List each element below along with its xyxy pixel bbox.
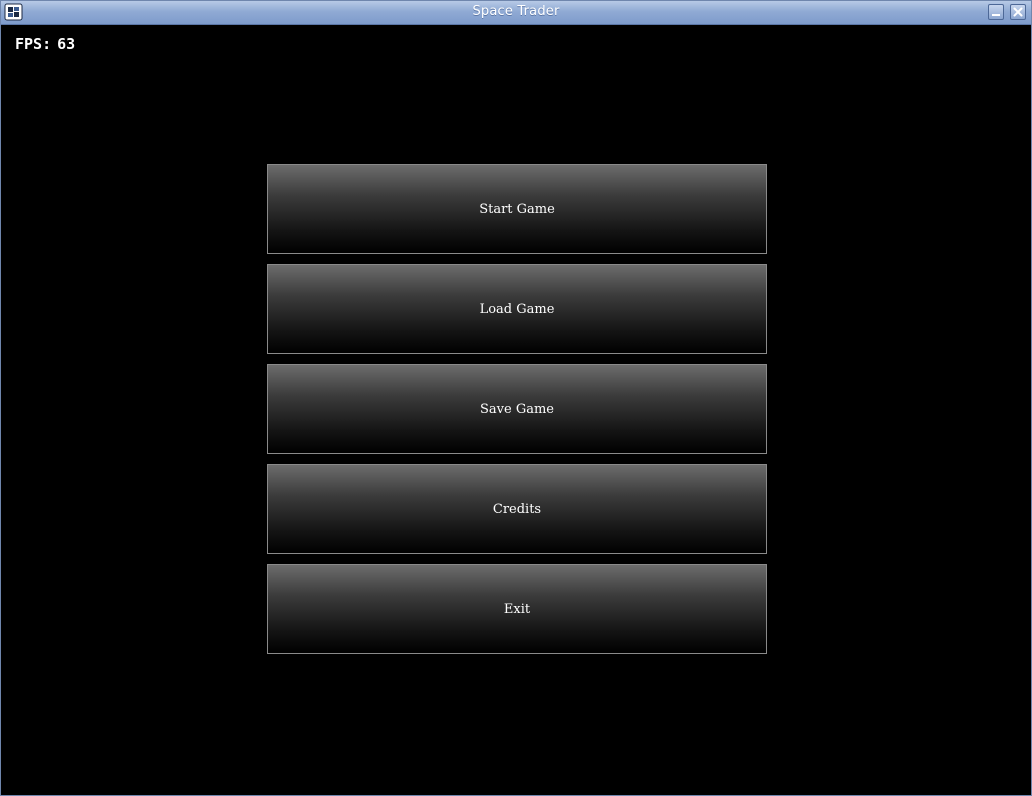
start-game-label: Start Game — [479, 201, 555, 217]
close-icon — [1013, 7, 1023, 17]
credits-label: Credits — [492, 501, 542, 517]
title-bar[interactable]: Space Trader — [1, 1, 1031, 25]
save-game-button[interactable]: Save Game — [267, 364, 767, 454]
credits-button[interactable]: Credits — [267, 464, 767, 554]
fps-counter: FPS: 63 — [15, 35, 75, 53]
start-game-button[interactable]: Start Game — [267, 164, 767, 254]
minimize-icon — [992, 14, 1000, 16]
load-game-button[interactable]: Load Game — [267, 264, 767, 354]
minimize-button[interactable] — [988, 4, 1004, 20]
load-game-label: Load Game — [479, 301, 555, 317]
save-game-label: Save Game — [480, 401, 554, 417]
exit-button[interactable]: Exit — [267, 564, 767, 654]
close-button[interactable] — [1010, 4, 1026, 20]
game-canvas: FPS: 63 Start Game Load Game Save Game Cr… — [5, 25, 1029, 793]
fps-value: 63 — [57, 35, 76, 53]
fps-label: FPS: — [15, 35, 52, 53]
exit-label: Exit — [503, 601, 531, 617]
game-window: Space Trader FPS: 63 Start Game Load Game… — [0, 0, 1032, 796]
window-title: Space Trader — [472, 4, 560, 19]
